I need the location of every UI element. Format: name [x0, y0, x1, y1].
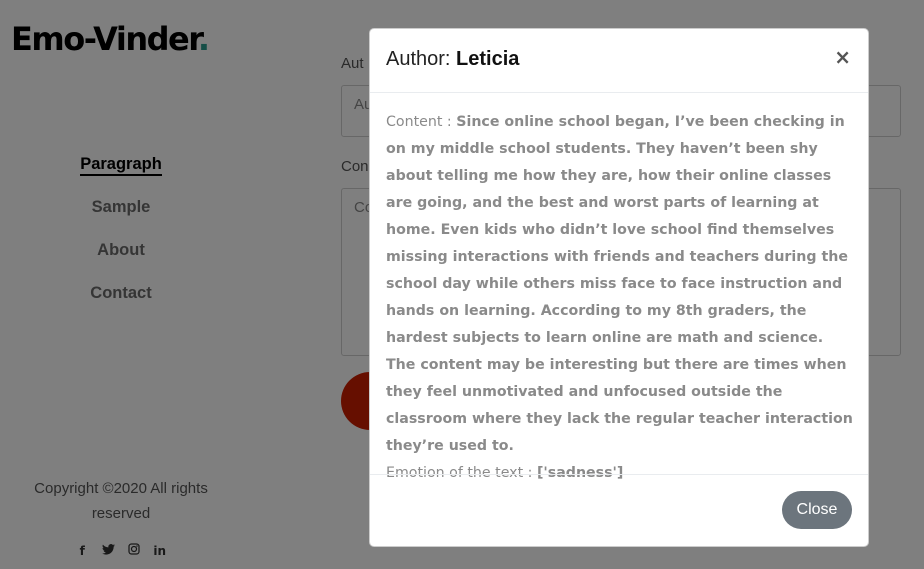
close-button[interactable]: Close — [782, 491, 852, 529]
modal-title: Author: Leticia — [386, 48, 520, 70]
modal-body: Content : Since online school began, I’v… — [386, 109, 856, 487]
content-label-text: Content : — [386, 114, 452, 130]
modal-footer: Close — [370, 474, 868, 546]
content-text: Since online school began, I’ve been che… — [386, 114, 853, 454]
result-modal: Author: Leticia × Content : Since online… — [369, 28, 869, 547]
close-icon[interactable]: × — [834, 45, 851, 69]
modal-header: Author: Leticia × — [370, 29, 868, 93]
content-paragraph: Content : Since online school began, I’v… — [386, 109, 856, 460]
author-name: Leticia — [456, 48, 520, 70]
